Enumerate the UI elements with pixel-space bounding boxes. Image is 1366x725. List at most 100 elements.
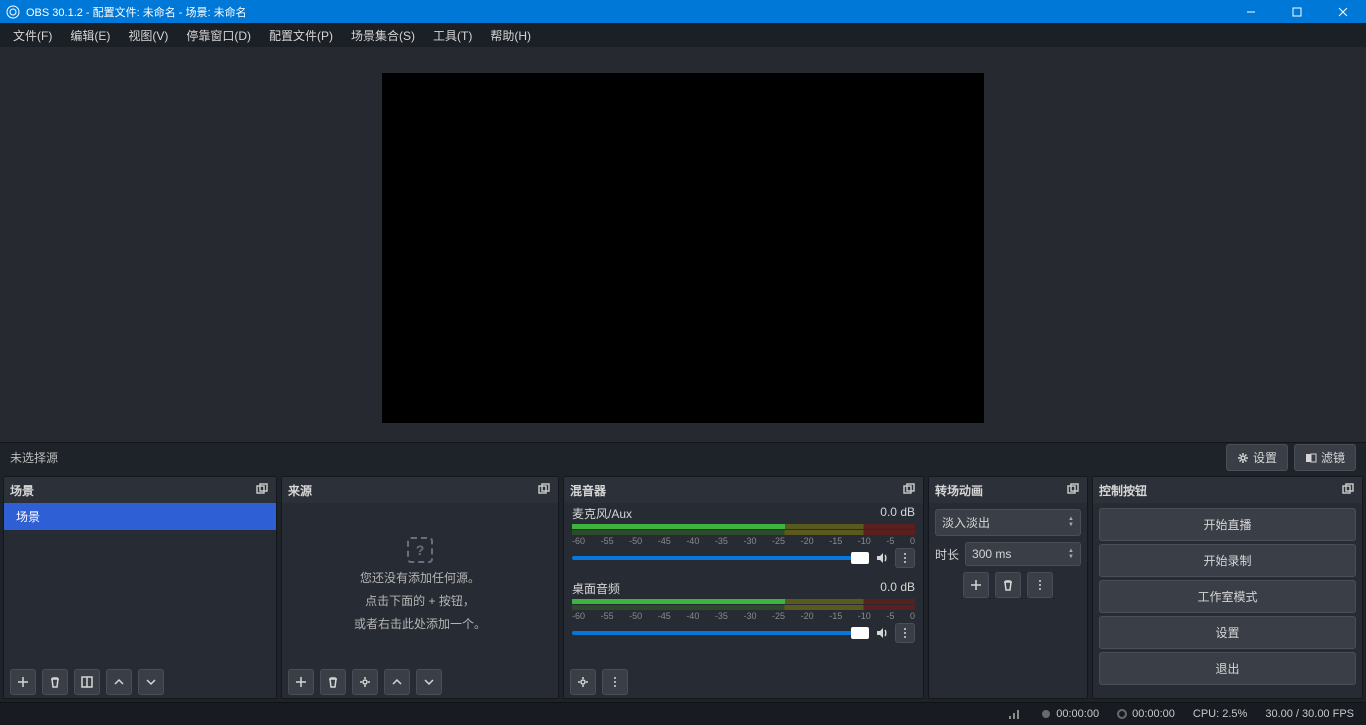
controls-popout-icon[interactable]	[1342, 483, 1356, 497]
mixer-ch2-volume-slider[interactable]	[572, 631, 869, 635]
chevron-down-icon[interactable]: ▼	[1068, 555, 1074, 560]
source-properties-button[interactable]	[352, 669, 378, 695]
preview-canvas[interactable]	[382, 73, 984, 423]
record-dot-icon	[1117, 709, 1127, 719]
trash-icon	[327, 676, 339, 688]
signal-icon	[1009, 709, 1023, 719]
transition-select[interactable]: 淡入淡出 ▲▼	[935, 509, 1081, 536]
fps-status: 30.00 / 30.00 FPS	[1265, 708, 1354, 720]
mixer-settings-button[interactable]	[570, 669, 596, 695]
trash-icon	[49, 676, 61, 688]
menu-file[interactable]: 文件(F)	[4, 24, 61, 47]
menu-scene-collection[interactable]: 场景集合(S)	[342, 24, 424, 47]
mixer-ch2-menu-button[interactable]	[895, 623, 915, 643]
scene-grid-icon	[81, 676, 93, 688]
mixer-ch1-db: 0.0 dB	[880, 505, 915, 522]
no-source-label: 未选择源	[10, 449, 1220, 466]
sources-empty-line1: 您还没有添加任何源。	[360, 569, 480, 586]
menu-help[interactable]: 帮助(H)	[481, 24, 540, 47]
sources-empty-line3: 或者右击此处添加一个。	[354, 615, 486, 632]
sources-dock: 来源 ? 您还没有添加任何源。 点击下面的 + 按钮， 或者右击此处添加一个。	[281, 476, 559, 699]
statusbar: 00:00:00 00:00:00 CPU: 2.5% 30.00 / 30.0…	[0, 702, 1366, 725]
source-down-button[interactable]	[416, 669, 442, 695]
controls-dock: 控制按钮 开始直播 开始录制 工作室模式 设置 退出	[1092, 476, 1363, 699]
menu-profile[interactable]: 配置文件(P)	[260, 24, 342, 47]
scene-filter-button[interactable]	[74, 669, 100, 695]
transition-add-button[interactable]	[963, 572, 989, 598]
scenes-header: 场景	[10, 482, 34, 499]
settings-button[interactable]: 设置	[1099, 616, 1356, 649]
chevron-down-icon: ▼	[1068, 523, 1074, 528]
close-button[interactable]	[1320, 0, 1366, 23]
mixer-ch1-volume-slider[interactable]	[572, 556, 869, 560]
mixer-ch2-name: 桌面音频	[572, 580, 620, 597]
obs-icon	[3, 5, 23, 19]
transitions-header: 转场动画	[935, 482, 983, 499]
mixer-channel-desktop: 桌面音频 0.0 dB -60-55-50-45-40-35-30-25-20-…	[564, 578, 923, 645]
mixer-dock: 混音器 麦克风/Aux 0.0 dB -60-55-50-45-40-35-30…	[563, 476, 924, 699]
chevron-up-icon	[391, 676, 403, 688]
exit-button[interactable]: 退出	[1099, 652, 1356, 685]
transitions-dock: 转场动画 淡入淡出 ▲▼ 时长 300 ms ▲▼	[928, 476, 1088, 699]
transition-duration-label: 时长	[935, 546, 959, 563]
plus-icon	[295, 676, 307, 688]
scenes-dock: 场景 场景	[3, 476, 277, 699]
cpu-status: CPU: 2.5%	[1193, 708, 1247, 720]
menu-tools[interactable]: 工具(T)	[424, 24, 481, 47]
minimize-button[interactable]	[1228, 0, 1274, 23]
maximize-button[interactable]	[1274, 0, 1320, 23]
studio-mode-button[interactable]: 工作室模式	[1099, 580, 1356, 613]
scenes-popout-icon[interactable]	[256, 483, 270, 497]
question-icon: ?	[407, 537, 433, 563]
mixer-channel-mic: 麦克风/Aux 0.0 dB -60-55-50-45-40-35-30-25-…	[564, 503, 923, 570]
source-filters-button[interactable]: 滤镜	[1294, 444, 1356, 471]
speaker-icon[interactable]	[875, 551, 889, 565]
scene-add-button[interactable]	[10, 669, 36, 695]
dots-icon	[900, 627, 910, 639]
transition-selected-label: 淡入淡出	[942, 514, 990, 531]
sources-header: 来源	[288, 482, 312, 499]
transition-remove-button[interactable]	[995, 572, 1021, 598]
mixer-ch2-meter2	[572, 605, 915, 610]
scene-item[interactable]: 场景	[4, 503, 276, 530]
scene-down-button[interactable]	[138, 669, 164, 695]
chevron-down-icon	[423, 676, 435, 688]
source-filters-label: 滤镜	[1321, 449, 1345, 466]
rec-status: 00:00:00	[1117, 708, 1175, 720]
transitions-popout-icon[interactable]	[1067, 483, 1081, 497]
menu-view[interactable]: 视图(V)	[119, 24, 177, 47]
start-recording-button[interactable]: 开始录制	[1099, 544, 1356, 577]
menu-dock[interactable]: 停靠窗口(D)	[177, 24, 260, 47]
mixer-ch1-meter	[572, 524, 915, 529]
menu-edit[interactable]: 编辑(E)	[61, 24, 119, 47]
source-remove-button[interactable]	[320, 669, 346, 695]
mixer-popout-icon[interactable]	[903, 483, 917, 497]
source-up-button[interactable]	[384, 669, 410, 695]
speaker-icon[interactable]	[875, 626, 889, 640]
sources-popout-icon[interactable]	[538, 483, 552, 497]
live-time: 00:00:00	[1056, 708, 1099, 720]
network-status	[1009, 709, 1023, 719]
source-settings-button[interactable]: 设置	[1226, 444, 1288, 471]
source-add-button[interactable]	[288, 669, 314, 695]
chevron-up-icon[interactable]: ▲	[1068, 549, 1074, 554]
chevron-up-icon	[113, 676, 125, 688]
source-toolbar: 未选择源 设置 滤镜	[0, 442, 1366, 472]
broadcast-dot-icon	[1041, 709, 1051, 719]
dots-icon	[1035, 579, 1045, 591]
transition-menu-button[interactable]	[1027, 572, 1053, 598]
mixer-header: 混音器	[570, 482, 606, 499]
filter-icon	[1305, 452, 1317, 464]
rec-time: 00:00:00	[1132, 708, 1175, 720]
scene-remove-button[interactable]	[42, 669, 68, 695]
mixer-menu-button[interactable]	[602, 669, 628, 695]
dots-icon	[900, 552, 910, 564]
window-title: OBS 30.1.2 - 配置文件: 未命名 - 场景: 未命名	[26, 4, 1228, 20]
start-streaming-button[interactable]: 开始直播	[1099, 508, 1356, 541]
transition-duration-input[interactable]: 300 ms ▲▼	[965, 542, 1081, 566]
mixer-ch1-menu-button[interactable]	[895, 548, 915, 568]
mixer-ch2-db: 0.0 dB	[880, 580, 915, 597]
scene-up-button[interactable]	[106, 669, 132, 695]
db-scale: -60-55-50-45-40-35-30-25-20-15-10-50	[572, 536, 915, 546]
controls-header: 控制按钮	[1099, 482, 1147, 499]
